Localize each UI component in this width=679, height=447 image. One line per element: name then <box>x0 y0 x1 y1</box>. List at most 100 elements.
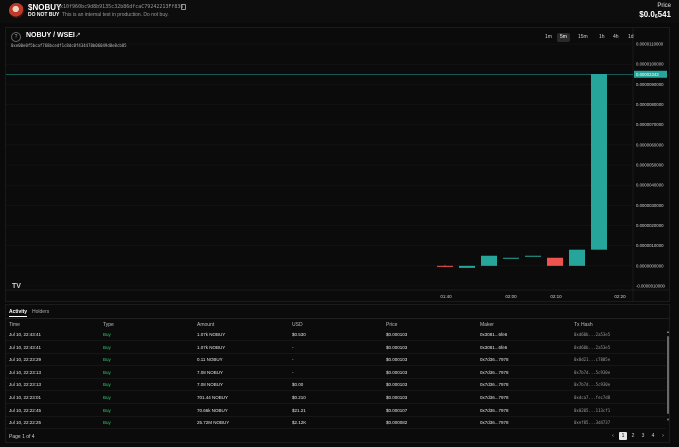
scrollbar[interactable] <box>667 336 669 414</box>
cell-amount: 7.08 NOBUY <box>197 382 224 388</box>
timeframe-1d[interactable]: 1d <box>625 33 637 42</box>
cell-price: $0.000103 <box>386 395 408 400</box>
table-row[interactable]: Jul 10, 22:43:41 Buy 1.07k NOBUY $0.530 $0.0… <box>6 329 666 341</box>
info-icon[interactable]: ? <box>11 32 21 42</box>
page-button-2[interactable]: 2 <box>629 432 637 440</box>
y-tick-label: 0.0000050000 <box>636 163 664 168</box>
cell-type: Buy <box>103 344 111 350</box>
price-label: Price <box>657 3 671 9</box>
copy-icon[interactable] <box>181 4 186 10</box>
timeframe-1m[interactable]: 1m <box>542 33 555 42</box>
cell-txhash[interactable]: 0x7b7d...5c930e <box>574 370 610 375</box>
cell-maker[interactable]: 0x7d36...7978 <box>480 370 509 375</box>
token-address[interactable]: 0x10f960bc9d8b9135c32b86dfcaC79242213Ff8… <box>57 4 183 10</box>
page-info: Page 1 of 4 <box>9 434 35 440</box>
cell-amount: 701.44 NOBUY <box>197 395 229 400</box>
y-tick-label: 0.0000040000 <box>636 183 664 188</box>
candle[interactable] <box>459 265 475 268</box>
trend-icon: ↗ <box>75 32 81 39</box>
table-row[interactable]: Jul 10, 22:43:41 Buy 1.07k NOBUY - $0.000103… <box>6 342 666 354</box>
scroll-down-icon[interactable]: ▼ <box>666 417 670 422</box>
y-tick-label: 0.0000060000 <box>636 142 664 147</box>
cell-usd: - <box>292 357 294 363</box>
cell-time: Jul 10, 22:22:25 <box>9 420 42 426</box>
cell-time: Jul 10, 22:43:41 <box>9 332 42 337</box>
cell-maker[interactable]: 0x7d36...7978 <box>480 420 509 425</box>
cell-usd: $0.00 <box>292 382 304 388</box>
page-button-3[interactable]: 3 <box>639 432 647 440</box>
candle[interactable] <box>569 249 585 266</box>
table-row[interactable]: Jul 10, 22:22:45 Buy 70.66k NOBUY $21.21 $0.… <box>6 405 666 417</box>
cell-time: Jul 10, 22:23:13 <box>9 369 42 375</box>
cell-maker[interactable]: 0x3081...6fe6 <box>480 332 507 337</box>
timeframe-15m[interactable]: 15m <box>575 33 591 42</box>
col-time: Time <box>9 322 20 328</box>
candle[interactable] <box>547 257 563 266</box>
candle[interactable] <box>525 255 541 257</box>
col-txhash: Tx Hash <box>574 322 593 328</box>
cell-txhash[interactable]: 0xd60b...2a53e5 <box>574 345 610 350</box>
cell-txhash[interactable]: 0xef85...3d4737 <box>574 420 610 425</box>
y-tick-label: 0.0000030000 <box>636 203 664 208</box>
candle[interactable] <box>591 74 607 250</box>
table-row[interactable]: Jul 10, 22:23:13 Buy 7.08 NOBUY - $0.000103 0… <box>6 367 666 379</box>
activity-panel: Activity Holders Time Type Amount USD Pr… <box>5 304 670 443</box>
next-page-icon[interactable]: › <box>659 432 667 440</box>
cell-txhash[interactable]: 0x0d21...c7805e <box>574 357 610 362</box>
tab-activity[interactable]: Activity <box>9 309 27 315</box>
y-tick-label: -0.0000010000 <box>636 284 666 289</box>
cell-amount: 25.72M NOBUY <box>197 420 230 426</box>
timeframe-1h[interactable]: 1h <box>596 33 608 42</box>
cell-txhash[interactable]: 0x0205...113cf1 <box>574 408 610 413</box>
cell-maker[interactable]: 0x7d36...7978 <box>480 395 509 400</box>
cell-amount: 7.08 NOBUY <box>197 369 224 375</box>
divider <box>6 318 669 319</box>
candle[interactable] <box>481 255 497 266</box>
cell-type: Buy <box>103 420 111 426</box>
col-maker: Maker <box>480 322 494 328</box>
cell-price: $0.000103 <box>386 382 408 388</box>
table-row[interactable]: Jul 10, 22:23:29 Buy 0.11 NOBUY - $0.000103 0… <box>6 354 666 367</box>
cell-txhash[interactable]: 0x7b7d...5c930e <box>574 382 610 387</box>
price-chart[interactable]: 0.0000110000 0.0000100000 0.0000090000 0.00… <box>6 28 669 301</box>
cell-maker[interactable]: 0x7d36...7978 <box>480 357 509 362</box>
pair-address: 0xe00e0f5bcaf768bcedf1c8dc0f434478b06049… <box>11 43 127 48</box>
candle[interactable] <box>437 265 453 267</box>
cell-type: Buy <box>103 407 111 413</box>
y-tick-label: 0.0000090000 <box>636 82 664 87</box>
page-button-1[interactable]: 1 <box>619 432 627 440</box>
table-row[interactable]: Jul 10, 22:23:01 Buy 701.44 NOBUY $0.210 $0.… <box>6 392 666 404</box>
cell-amount: 0.11 NOBUY <box>197 357 223 363</box>
cell-usd: $2.12K <box>292 420 307 426</box>
cell-txhash[interactable]: 0xd60b...2a53e5 <box>574 332 610 337</box>
warning-title: DO NOT BUY <box>28 12 60 18</box>
tab-underline <box>9 316 27 317</box>
cell-type: Buy <box>103 357 111 363</box>
page-button-4[interactable]: 4 <box>649 432 657 440</box>
token-header: $NOBUY 0x10f960bc9d8b9135c32b86dfcaC7924… <box>0 0 679 23</box>
timeframe-5m[interactable]: 5m <box>557 33 570 42</box>
cell-usd: $0.210 <box>292 395 306 400</box>
y-tick-label: 0.0000100000 <box>636 62 664 67</box>
tab-holders[interactable]: Holders <box>32 309 49 315</box>
y-tick-label: 0.0000070000 <box>636 122 664 127</box>
table-row[interactable]: Jul 10, 22:22:25 Buy 25.72M NOBUY $2.12K $0.… <box>6 417 666 430</box>
cell-price: $0.000082 <box>386 420 408 426</box>
x-tick-label: 02:20 <box>614 294 626 299</box>
prev-page-icon[interactable]: ‹ <box>609 432 617 440</box>
timeframe-4h[interactable]: 4h <box>610 33 622 42</box>
token-logo-icon <box>9 3 24 18</box>
tradingview-logo[interactable]: TV <box>12 283 21 290</box>
col-price: Price <box>386 322 398 328</box>
scroll-up-icon[interactable]: ▲ <box>666 329 670 334</box>
y-tick-label: 0.0000020000 <box>636 223 664 228</box>
cell-maker[interactable]: 0x3081...6fe6 <box>480 345 507 350</box>
table-row[interactable]: Jul 10, 22:23:13 Buy 7.08 NOBUY $0.00 $0.000… <box>6 379 666 392</box>
cell-maker[interactable]: 0x7d36...7978 <box>480 382 509 387</box>
candle[interactable] <box>503 257 519 259</box>
cell-usd: - <box>292 344 294 350</box>
col-type: Type <box>103 322 114 328</box>
cell-txhash[interactable]: 0xdca7...fec7d8 <box>574 395 610 400</box>
col-amount: Amount <box>197 322 215 328</box>
cell-maker[interactable]: 0x7d36...7978 <box>480 408 509 413</box>
